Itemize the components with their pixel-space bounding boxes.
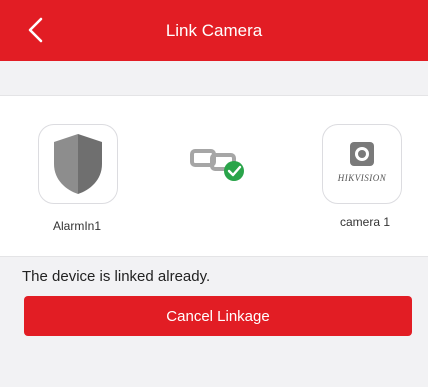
alarm-device-label: AlarmIn1 <box>53 219 102 233</box>
link-status <box>190 143 250 183</box>
camera-device-label: camera 1 <box>340 215 391 229</box>
link-card: AlarmIn1 HIKVISION camera 1 <box>0 95 428 257</box>
header-bar: Link Camera <box>0 0 428 61</box>
camera-icon <box>350 142 374 166</box>
page-title: Link Camera <box>165 20 263 40</box>
link-status-message: The device is linked already. <box>22 268 211 285</box>
linked-check-icon <box>190 149 244 181</box>
camera-device-tile[interactable]: HIKVISION <box>322 124 402 204</box>
shield-icon <box>54 134 102 194</box>
cancel-linkage-button[interactable]: Cancel Linkage <box>24 296 412 336</box>
camera-brand-logo: HIKVISION <box>337 173 387 183</box>
alarm-device-tile[interactable] <box>38 124 118 204</box>
